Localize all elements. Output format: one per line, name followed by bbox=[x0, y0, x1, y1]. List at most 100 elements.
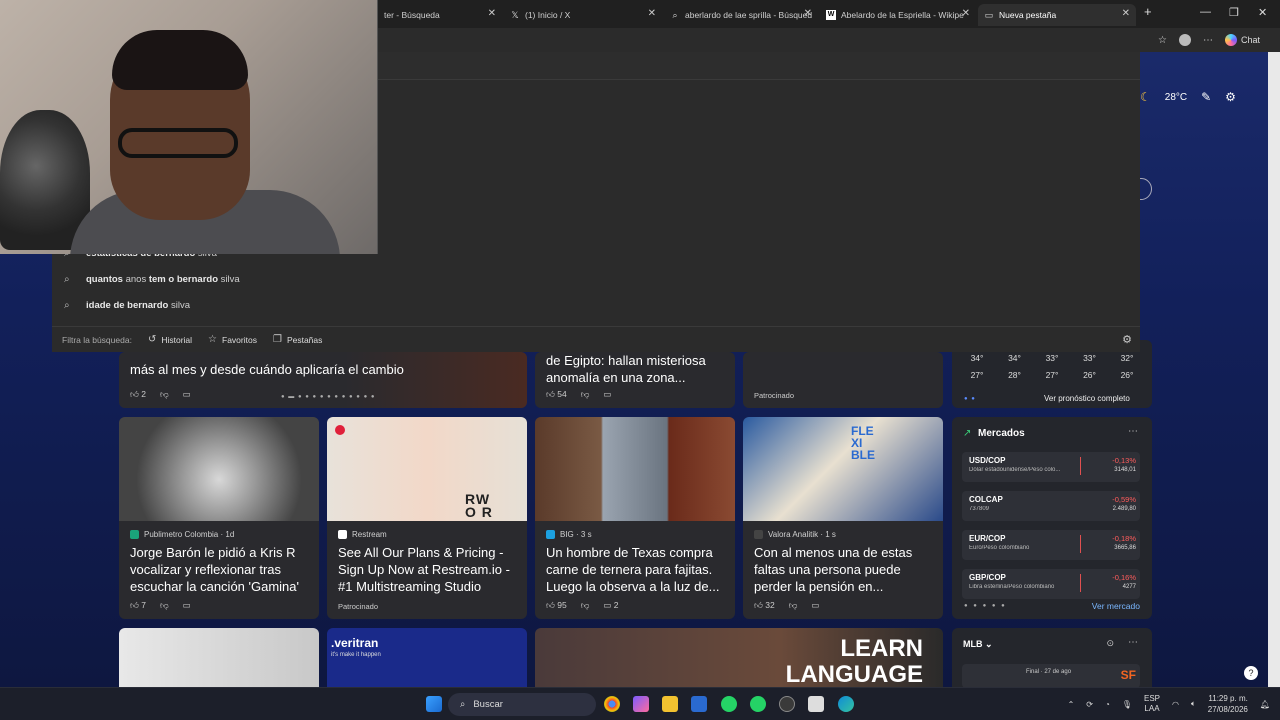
close-icon[interactable]: ✕ bbox=[962, 8, 970, 19]
windows-start-icon[interactable] bbox=[426, 696, 442, 712]
close-window-icon[interactable]: ✕ bbox=[1258, 6, 1267, 19]
dislike-icon[interactable]: 👎︎ bbox=[581, 389, 590, 400]
dislike-icon[interactable]: 👎︎ bbox=[581, 600, 590, 611]
person-hair bbox=[112, 30, 248, 90]
like-button[interactable]: 👍︎ 7 bbox=[130, 600, 146, 611]
taskbar-search[interactable]: ⌕ Buscar bbox=[448, 693, 596, 716]
dislike-icon[interactable]: 👎︎ bbox=[789, 600, 798, 611]
markets-dots[interactable]: ● ● ● ● ● bbox=[964, 603, 1007, 609]
app-icon[interactable] bbox=[808, 696, 824, 712]
sync-icon[interactable]: ⟳ bbox=[1086, 700, 1093, 709]
new-tab-icon[interactable]: + bbox=[1144, 4, 1152, 19]
help-icon[interactable]: ? bbox=[1244, 666, 1258, 680]
tab-new[interactable]: ▭ Nueva pestaña ✕ bbox=[978, 4, 1136, 26]
like-button[interactable]: 👍︎ 32 bbox=[754, 600, 775, 611]
suggestion-item[interactable]: ⌕ idade de bernardo silva bbox=[64, 300, 190, 311]
mic-icon[interactable]: 🎙︎ bbox=[1122, 700, 1132, 709]
close-icon[interactable]: ✕ bbox=[488, 8, 496, 19]
more-options-icon[interactable]: ⋯ bbox=[1128, 426, 1138, 437]
publisher-logo-icon bbox=[754, 530, 763, 539]
favorites-icon[interactable]: ☆ bbox=[1158, 35, 1167, 46]
language-indicator[interactable]: ESP LAA bbox=[1144, 694, 1160, 714]
comment-button[interactable]: ▭ 2 bbox=[603, 600, 618, 611]
filter-tabs-button[interactable]: ❐ Pestañas bbox=[273, 334, 322, 345]
close-icon[interactable]: ✕ bbox=[648, 8, 656, 19]
scrollbar[interactable] bbox=[1268, 52, 1280, 687]
news-card[interactable]: de Egipto: hallan misteriosa anomalía en… bbox=[535, 352, 735, 408]
settings-gear-icon[interactable]: ⚙ bbox=[1225, 90, 1236, 104]
edge-icon[interactable] bbox=[838, 696, 854, 712]
pen-icon[interactable]: ✎ bbox=[1201, 90, 1211, 104]
close-icon[interactable]: ✕ bbox=[1122, 8, 1130, 19]
news-card[interactable]: más al mes y desde cuándo aplicaría el c… bbox=[119, 352, 527, 408]
forecast-link[interactable]: Ver pronóstico completo bbox=[1044, 394, 1130, 403]
like-button[interactable]: 👍︎ 95 bbox=[546, 600, 567, 611]
news-card[interactable]: FLE XI BLE Valora Analitik · 1 s Con al me… bbox=[743, 417, 943, 619]
dislike-icon[interactable]: 👎︎ bbox=[160, 600, 169, 611]
card-actions: 👍︎ 2 👎︎ ▭ bbox=[130, 389, 191, 400]
market-description: Dólar estadounidense/Peso colo... bbox=[969, 467, 1061, 473]
maximize-icon[interactable]: ❐ bbox=[1229, 6, 1239, 19]
market-row[interactable]: GBP/COP Libra esterlina/Peso colombiano … bbox=[962, 569, 1140, 599]
temperature[interactable]: 28°C bbox=[1165, 92, 1187, 103]
sponsored-card[interactable]: RW O R Restream See All Our Plans & Prici… bbox=[327, 417, 527, 619]
volume-icon[interactable]: 🔈︎ bbox=[1191, 699, 1196, 709]
sparkline bbox=[1080, 574, 1084, 592]
notifications-icon[interactable]: 🔔︎ bbox=[1260, 700, 1270, 709]
chevron-up-icon[interactable]: ⌃ bbox=[1068, 700, 1075, 709]
tab-search-1[interactable]: ter - Búsqueda ✕ bbox=[378, 4, 502, 26]
profile-avatar[interactable] bbox=[1178, 34, 1191, 46]
whatsapp-business-icon[interactable] bbox=[750, 696, 766, 712]
search-filter-bar: Filtra la búsqueda: ↺ Historial ☆ Favorito… bbox=[52, 326, 1140, 352]
tab-wikipedia[interactable]: W Abelardo de la Espriella - Wikipe ✕ bbox=[820, 4, 976, 26]
sponsored-card[interactable]: Patrocinado bbox=[743, 352, 943, 408]
carousel-dots[interactable]: ● ▬ ● ● ● ● ● ● ● ● ● ● ● bbox=[281, 394, 376, 400]
pin-icon[interactable]: ⊙ bbox=[1106, 638, 1114, 649]
news-card[interactable]: BIG · 3 s Un hombre de Texas compra carn… bbox=[535, 417, 735, 619]
settings-app-icon[interactable] bbox=[779, 696, 795, 712]
market-row[interactable]: USD/COP Dólar estadounidense/Peso colo..… bbox=[962, 452, 1140, 482]
mlb-status: Final · 27 de ago bbox=[1026, 669, 1072, 675]
news-card[interactable] bbox=[119, 628, 319, 687]
news-card[interactable]: Publimetro Colombia · 1d Jorge Barón le … bbox=[119, 417, 319, 619]
more-options-icon[interactable]: ⋯ bbox=[1128, 637, 1138, 648]
comment-icon[interactable]: ▭ bbox=[811, 600, 819, 611]
weather-dots[interactable]: ● ● bbox=[964, 396, 976, 402]
wifi-icon[interactable]: ◠ bbox=[1172, 700, 1179, 709]
markets-link[interactable]: Ver mercado bbox=[1092, 601, 1140, 611]
close-icon[interactable]: ✕ bbox=[804, 8, 812, 19]
x-logo-icon: 𝕏 bbox=[511, 10, 519, 20]
more-menu-icon[interactable]: ⋯ bbox=[1203, 35, 1213, 46]
clock[interactable]: 11:29 p. m. 27/08/2026 bbox=[1208, 693, 1248, 715]
settings-gear-icon[interactable]: ⚙ bbox=[1122, 333, 1132, 346]
minimize-icon[interactable]: — bbox=[1200, 6, 1211, 18]
market-row[interactable]: EUR/COP Euro/Peso colombiano -0,18% 3665… bbox=[962, 530, 1140, 560]
file-explorer-icon[interactable] bbox=[662, 696, 678, 712]
filter-favorites-button[interactable]: ☆ Favoritos bbox=[208, 334, 257, 345]
comment-icon[interactable]: ▭ bbox=[183, 389, 191, 400]
mlb-game-row[interactable] bbox=[962, 664, 1140, 688]
market-row[interactable]: COLCAP 737809 -0,59% 2.489,80 bbox=[962, 491, 1140, 521]
card-title: Jorge Barón le pidió a Kris R vocalizar … bbox=[130, 545, 299, 594]
network-icon[interactable]: ◔ bbox=[1105, 700, 1110, 709]
copilot-app-icon[interactable] bbox=[633, 696, 649, 712]
chat-button[interactable]: Chat bbox=[1224, 34, 1260, 46]
chrome-icon[interactable] bbox=[604, 696, 620, 712]
search-icon: ⌕ bbox=[64, 274, 70, 285]
tab-search-2[interactable]: ⌕ aberlardo de lae sprilla - Búsqued ✕ bbox=[664, 4, 818, 26]
card-title: de Egipto: hallan misteriosa anomalía en… bbox=[546, 353, 706, 385]
tab-x-home[interactable]: 𝕏 (1) Inicio / X ✕ bbox=[504, 4, 662, 26]
comment-icon[interactable]: ▭ bbox=[183, 600, 191, 611]
sponsored-card[interactable]: LEARN LANGUAGE bbox=[535, 628, 943, 687]
dislike-icon[interactable]: 👎︎ bbox=[160, 389, 169, 400]
store-icon[interactable] bbox=[691, 696, 707, 712]
filter-history-button[interactable]: ↺ Historial bbox=[148, 334, 192, 345]
suggestion-item[interactable]: ⌕ quantos anos tem o bernardo silva bbox=[64, 274, 240, 285]
comment-icon[interactable]: ▭ bbox=[603, 389, 611, 400]
sponsored-card[interactable]: .veritran it's make it happen bbox=[327, 628, 527, 687]
sparkline bbox=[1080, 535, 1084, 553]
like-button[interactable]: 👍︎ 54 bbox=[546, 389, 567, 400]
whatsapp-icon[interactable] bbox=[721, 696, 737, 712]
like-button[interactable]: 👍︎ 2 bbox=[130, 389, 146, 400]
mlb-widget[interactable]: MLB ⌄ ⊙ ⋯ Final · 27 de ago SF bbox=[952, 628, 1152, 688]
